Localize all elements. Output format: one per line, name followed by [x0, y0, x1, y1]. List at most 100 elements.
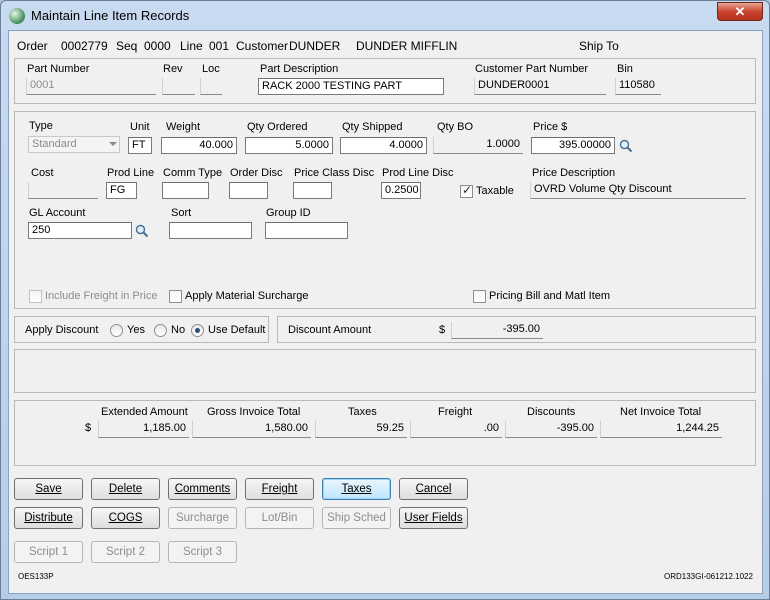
- discount-currency: $: [439, 324, 446, 336]
- price-label: Price $: [533, 121, 568, 133]
- unit-label: Unit: [130, 121, 150, 133]
- ship-sched-button[interactable]: Ship Sched: [322, 507, 391, 529]
- surcharge-button-label: Surcharge: [175, 512, 230, 524]
- script-3-button[interactable]: Script 3: [168, 541, 237, 563]
- details-panel: Type Standard Unit FT Weight 40.000 Qty …: [14, 111, 756, 309]
- discount-default-radio[interactable]: [191, 324, 204, 337]
- sort-field[interactable]: [169, 222, 252, 239]
- line-label: Line: [180, 39, 203, 53]
- discount-yes-radio[interactable]: [110, 324, 123, 337]
- price-class-disc-label: Price Class Disc: [294, 167, 375, 179]
- gl-account-field[interactable]: 250: [28, 222, 132, 239]
- seq-number: 0000: [144, 39, 171, 53]
- order-label: Order: [17, 39, 48, 53]
- pricing-bill-checkbox[interactable]: [473, 290, 486, 303]
- order-disc-label: Order Disc: [230, 167, 283, 179]
- cogs-button[interactable]: COGS: [91, 507, 160, 529]
- qty-bo-label: Qty BO: [437, 121, 474, 133]
- discount-default-label: Use Default: [208, 324, 266, 336]
- ship-sched-button-label: Ship Sched: [327, 512, 386, 524]
- order-disc-field[interactable]: [229, 182, 268, 199]
- cancel-button-label: Cancel: [415, 483, 452, 495]
- freight-button-label: Freight: [261, 483, 298, 495]
- surcharge-button[interactable]: Surcharge: [168, 507, 237, 529]
- totals-currency: $: [85, 422, 92, 434]
- apply-discount-panel: Apply Discount Yes No Use Default: [14, 316, 269, 343]
- ship-to-label: Ship To: [579, 39, 619, 53]
- line-number: 001: [209, 39, 230, 53]
- freight-field: .00: [410, 421, 502, 438]
- seq-label: Seq: [116, 39, 138, 53]
- include-freight-label: Include Freight in Price: [45, 290, 158, 302]
- taxable-checkbox[interactable]: [460, 183, 473, 198]
- net-invoice-label: Net Invoice Total: [620, 406, 702, 418]
- script-1-button[interactable]: Script 1: [14, 541, 83, 563]
- lot-bin-button[interactable]: Lot/Bin: [245, 507, 314, 529]
- unit-field[interactable]: FT: [128, 137, 152, 154]
- lot-bin-button-label: Lot/Bin: [261, 512, 298, 524]
- extended-amount-label: Extended Amount: [101, 406, 188, 418]
- customer-name: DUNDER MIFFLIN: [356, 39, 458, 53]
- qty-ordered-label: Qty Ordered: [247, 121, 308, 133]
- script-1-button-label: Script 1: [29, 546, 68, 558]
- taxes-button-label: Taxes: [341, 483, 372, 495]
- bin-field[interactable]: 110580: [615, 78, 661, 95]
- screen-code: OES133P: [18, 572, 54, 581]
- loc-label: Loc: [202, 63, 220, 75]
- script-2-button-label: Script 2: [106, 546, 145, 558]
- gl-account-label: GL Account: [29, 207, 86, 219]
- comments-button[interactable]: Comments: [168, 478, 237, 500]
- pricing-bill-label: Pricing Bill and Matl Item: [489, 290, 611, 302]
- script-2-button[interactable]: Script 2: [91, 541, 160, 563]
- customer-code: DUNDER: [289, 39, 341, 53]
- search-icon[interactable]: [135, 224, 149, 238]
- price-class-disc-field[interactable]: [293, 182, 332, 199]
- user-fields-button[interactable]: User Fields: [399, 507, 468, 529]
- qty-shipped-field[interactable]: 4.0000: [340, 137, 427, 154]
- type-value: Standard: [32, 138, 77, 150]
- qty-shipped-label: Qty Shipped: [342, 121, 403, 133]
- window-title: Maintain Line Item Records: [31, 8, 190, 23]
- discount-no-radio[interactable]: [154, 324, 167, 337]
- close-button[interactable]: ✕: [717, 2, 763, 21]
- search-icon[interactable]: [619, 139, 633, 153]
- qty-ordered-field[interactable]: 5.0000: [245, 137, 333, 154]
- prod-line-disc-field[interactable]: 0.2500: [381, 182, 421, 199]
- part-description-field[interactable]: RACK 2000 TESTING PART: [258, 78, 444, 95]
- cost-field[interactable]: [28, 182, 98, 199]
- comm-type-field[interactable]: [162, 182, 209, 199]
- taxes-button[interactable]: Taxes: [322, 478, 391, 500]
- qty-bo-field[interactable]: 1.0000: [433, 137, 523, 154]
- price-field[interactable]: 395.00000: [531, 137, 615, 154]
- save-button[interactable]: Save: [14, 478, 83, 500]
- freight-button[interactable]: Freight: [245, 478, 314, 500]
- rev-field[interactable]: [162, 78, 195, 95]
- apply-surcharge-label: Apply Material Surcharge: [185, 290, 309, 302]
- comments-button-label: Comments: [174, 483, 231, 495]
- part-description-label: Part Description: [260, 63, 339, 75]
- type-dropdown[interactable]: Standard: [28, 136, 120, 153]
- delete-button[interactable]: Delete: [91, 478, 160, 500]
- distribute-button[interactable]: Distribute: [14, 507, 83, 529]
- prod-line-field[interactable]: FG: [106, 182, 137, 199]
- delete-button-label: Delete: [108, 483, 143, 495]
- include-freight-checkbox[interactable]: [29, 290, 42, 303]
- discount-amount-label: Discount Amount: [288, 324, 372, 336]
- freight-label: Freight: [438, 406, 473, 418]
- apply-surcharge-checkbox[interactable]: [169, 290, 182, 303]
- group-id-field[interactable]: [265, 222, 348, 239]
- distribute-button-label: Distribute: [24, 512, 73, 524]
- extended-amount-field: 1,185.00: [98, 421, 189, 438]
- part-number-field[interactable]: 0001: [26, 78, 156, 95]
- customer-part-number-field[interactable]: DUNDER0001: [474, 78, 606, 95]
- rev-label: Rev: [163, 63, 183, 75]
- weight-field[interactable]: 40.000: [161, 137, 237, 154]
- prod-line-disc-label: Prod Line Disc: [382, 167, 454, 179]
- price-description-field[interactable]: OVRD Volume Qty Discount: [530, 182, 746, 199]
- discount-no-label: No: [171, 324, 186, 336]
- cancel-button[interactable]: Cancel: [399, 478, 468, 500]
- app-icon: [9, 8, 25, 24]
- discounts-field: -395.00: [505, 421, 597, 438]
- gross-invoice-label: Gross Invoice Total: [207, 406, 301, 418]
- loc-field[interactable]: [200, 78, 222, 95]
